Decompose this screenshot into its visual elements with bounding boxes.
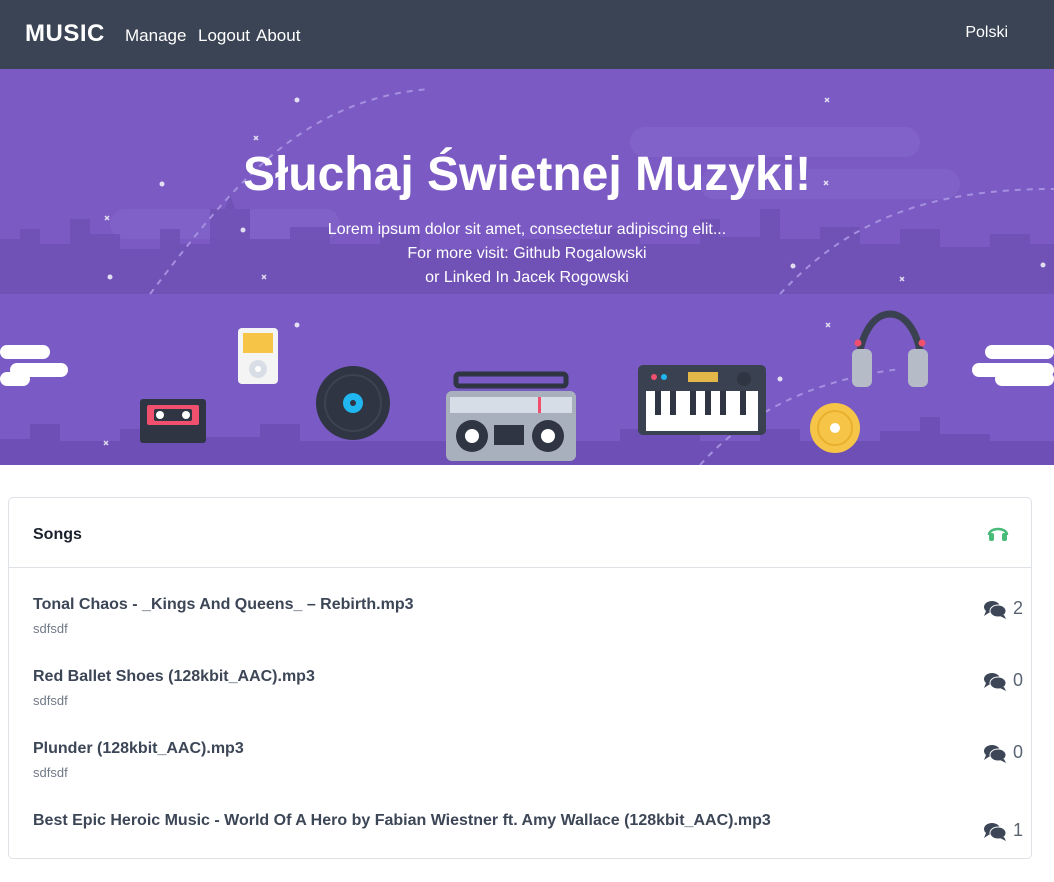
song-title[interactable]: Plunder (128kbit_AAC).mp3 <box>33 740 244 758</box>
song-subtitle: sdfsdf <box>33 621 68 636</box>
song-title[interactable]: Tonal Chaos - _Kings And Queens_ – Rebir… <box>33 596 414 614</box>
hero-text-line-2[interactable]: For more visit: Github Rogalowski <box>0 245 1054 263</box>
comment-count[interactable]: 1 <box>983 820 1023 841</box>
songs-card: Songs Tonal Chaos - _Kings And Queens_ –… <box>8 497 1032 859</box>
songs-card-title: Songs <box>33 526 82 543</box>
comment-count-value: 2 <box>1012 598 1023 618</box>
language-switch[interactable]: Polski <box>965 24 1008 42</box>
comment-count-value: 1 <box>1012 820 1023 840</box>
song-title[interactable]: Red Ballet Shoes (128kbit_AAC).mp3 <box>33 668 315 686</box>
comment-count[interactable]: 2 <box>983 598 1023 619</box>
comment-count[interactable]: 0 <box>983 742 1023 763</box>
list-item[interactable]: Tonal Chaos - _Kings And Queens_ – Rebir… <box>33 596 1023 666</box>
nav-link-manage[interactable]: Manage <box>125 26 186 46</box>
song-title[interactable]: Best Epic Heroic Music - World Of A Hero… <box>33 812 771 830</box>
list-item[interactable]: Best Epic Heroic Music - World Of A Hero… <box>33 812 1023 882</box>
list-item[interactable]: Plunder (128kbit_AAC).mp3 sdfsdf 0 <box>33 740 1023 810</box>
comment-count-value: 0 <box>1012 742 1023 762</box>
hero-banner: Słuchaj Świetnej Muzyki! Lorem ipsum dol… <box>0 69 1054 465</box>
hero-text-line-3[interactable]: or Linked In Jacek Rogowski <box>0 269 1054 287</box>
comment-count[interactable]: 0 <box>983 670 1023 691</box>
comments-icon <box>983 822 1007 841</box>
comments-icon <box>983 672 1007 691</box>
brand-logo[interactable]: MUSIC <box>25 20 105 48</box>
song-subtitle: sdfsdf <box>33 765 68 780</box>
comments-icon <box>983 600 1007 619</box>
comment-count-value: 0 <box>1012 670 1023 690</box>
nav-link-logout[interactable]: Logout <box>198 26 250 46</box>
hero-illustration <box>0 69 1054 465</box>
hero-title: Słuchaj Świetnej Muzyki! <box>242 148 812 201</box>
songs-card-header: Songs <box>9 498 1031 568</box>
nav-link-about[interactable]: About <box>256 26 300 46</box>
hero-text-line-1: Lorem ipsum dolor sit amet, consectetur … <box>327 221 727 238</box>
headphones-icon <box>987 522 1009 547</box>
comments-icon <box>983 744 1007 763</box>
navbar: MUSIC Manage Logout About Polski <box>0 0 1054 69</box>
song-subtitle: sdfsdf <box>33 693 68 708</box>
list-item[interactable]: Red Ballet Shoes (128kbit_AAC).mp3 sdfsd… <box>33 668 1023 738</box>
